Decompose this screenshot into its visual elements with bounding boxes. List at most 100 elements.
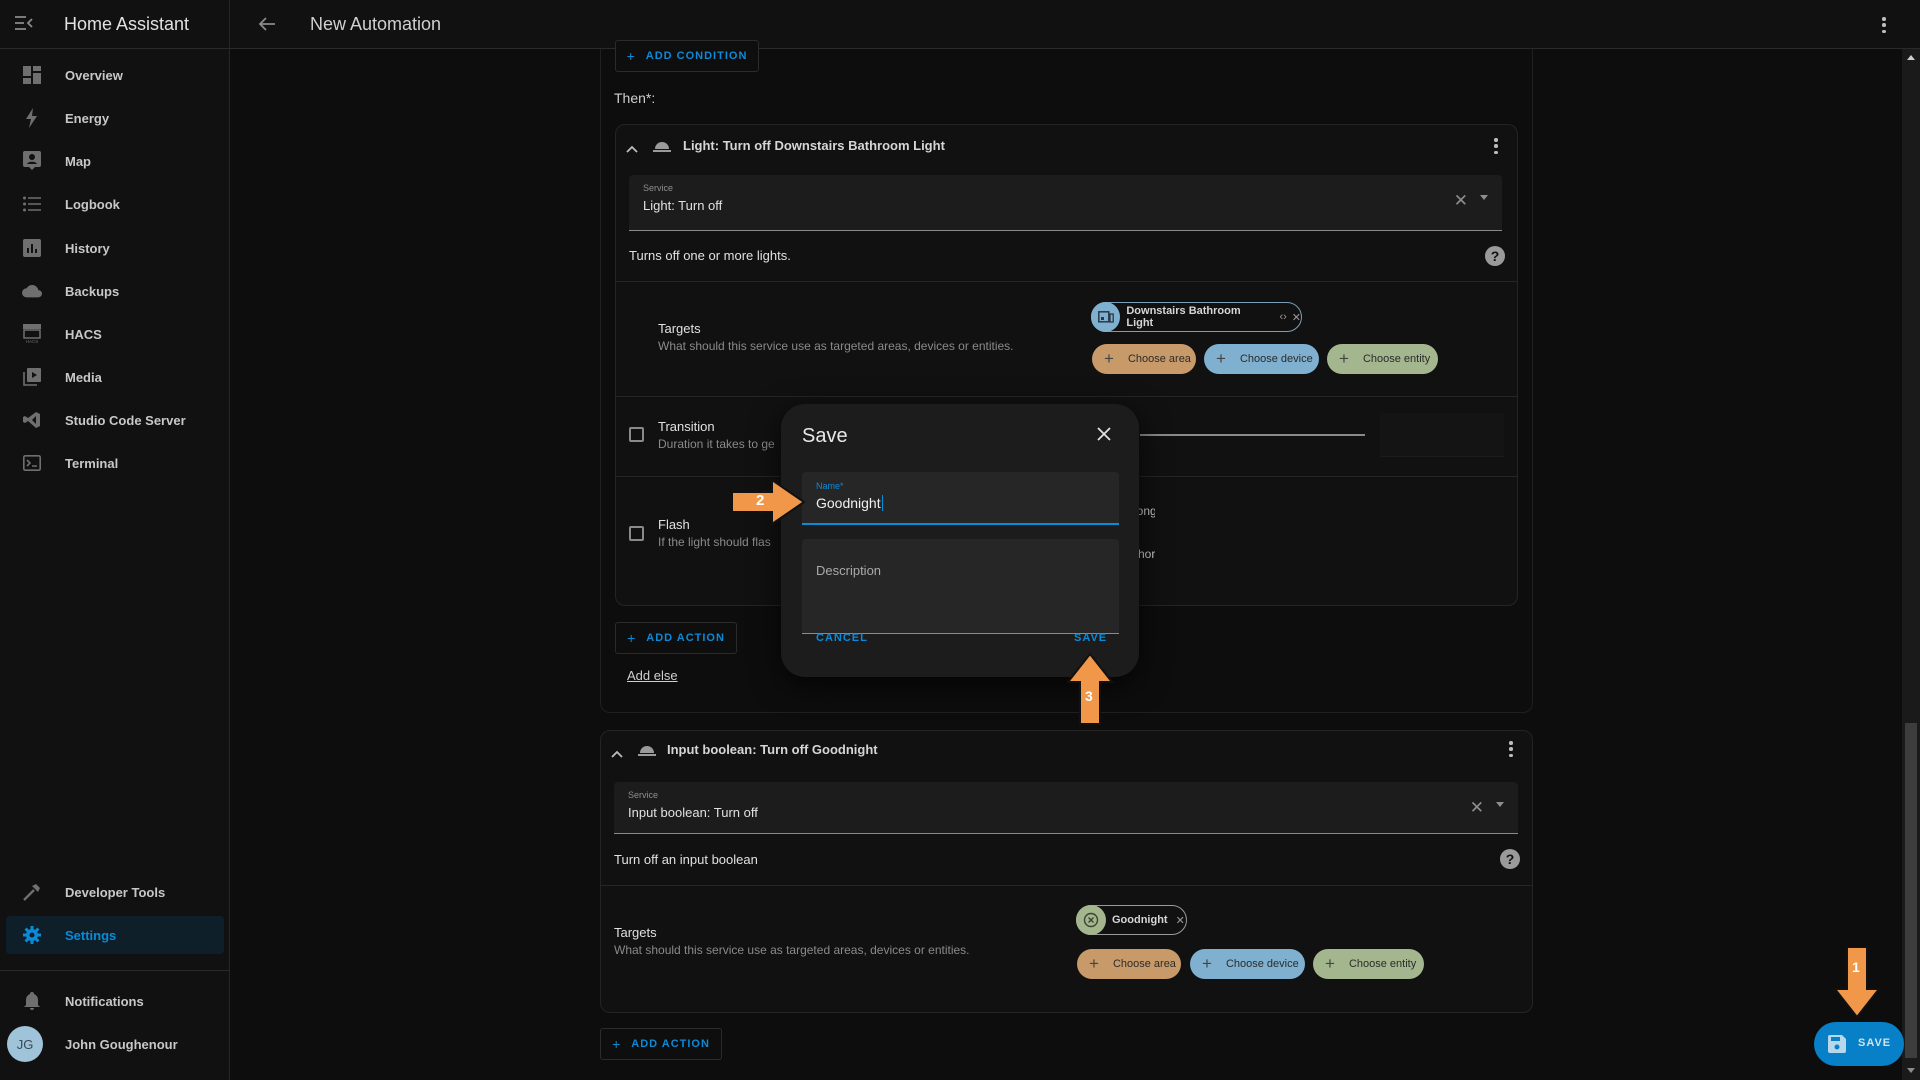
choose-entity-button[interactable]: + Choose entity <box>1313 949 1424 979</box>
chart-box-icon <box>22 238 42 258</box>
clear-icon[interactable]: ✕ <box>1470 798 1484 818</box>
scroll-down-arrow-icon[interactable] <box>1907 1068 1915 1073</box>
divider <box>600 885 1533 886</box>
play-box-multiple-icon <box>22 367 42 387</box>
name-input[interactable]: Goodnight <box>816 495 883 511</box>
dialog-title: Save <box>802 425 848 447</box>
service-bell-icon <box>638 742 656 761</box>
service-select[interactable]: Service Input boolean: Turn off ✕ <box>614 782 1518 834</box>
transition-slider[interactable] <box>1140 434 1365 436</box>
overflow-menu-icon[interactable] <box>1882 17 1886 33</box>
transition-checkbox[interactable] <box>629 427 644 442</box>
dropdown-arrow-icon[interactable] <box>1480 195 1488 200</box>
targets-title: Targets <box>614 925 657 940</box>
description-field[interactable]: Description <box>802 539 1119 634</box>
choose-area-button[interactable]: + Choose area <box>1077 949 1181 979</box>
add-action-button[interactable]: + ADD ACTION <box>600 1028 722 1060</box>
service-select[interactable]: Service Light: Turn off ✕ <box>629 175 1502 231</box>
page-title: New Automation <box>310 14 442 34</box>
sidebar-item-label: Media <box>65 369 102 385</box>
add-action-button[interactable]: + ADD ACTION <box>615 622 737 654</box>
sidebar-item-label: HACS <box>65 326 102 342</box>
sidebar-item-label: Overview <box>65 67 123 83</box>
description-placeholder: Description <box>816 563 882 578</box>
close-icon[interactable] <box>1097 427 1111 446</box>
action-menu-icon[interactable] <box>1509 741 1513 757</box>
chevron-up-icon[interactable] <box>611 745 623 763</box>
sidebar-item-studio-code-server[interactable]: Studio Code Server <box>6 401 224 439</box>
annotation-arrow-step-1: 1 <box>1832 946 1882 1024</box>
help-icon[interactable]: ? <box>1485 246 1505 266</box>
help-icon[interactable]: ? <box>1500 849 1520 869</box>
annotation-number: 2 <box>756 492 765 509</box>
chevron-up-icon[interactable] <box>626 140 638 158</box>
sidebar-item-notifications[interactable]: Notifications <box>6 982 224 1020</box>
plus-icon: + <box>1202 954 1212 973</box>
user-name: John Goughenour <box>65 1036 178 1052</box>
avatar: JG <box>7 1026 43 1062</box>
back-arrow-icon[interactable] <box>258 16 276 32</box>
device-icon <box>1091 302 1121 332</box>
sidebar-item-logbook[interactable]: Logbook <box>6 185 224 223</box>
cog-icon <box>22 925 42 945</box>
scrollbar-thumb[interactable] <box>1905 723 1917 1058</box>
menu-collapse-icon[interactable] <box>15 16 33 30</box>
annotation-number: 3 <box>1085 688 1093 704</box>
save-fab-button[interactable]: SAVE <box>1814 1022 1904 1066</box>
sidebar-item-profile[interactable]: JG John Goughenour <box>6 1025 224 1063</box>
plus-icon: + <box>627 630 637 646</box>
view-dashboard-icon <box>22 65 42 85</box>
target-chip-label: Goodnight <box>1112 914 1168 926</box>
bell-icon <box>22 991 42 1011</box>
choose-device-button[interactable]: + Choose device <box>1190 949 1305 979</box>
fab-label: SAVE <box>1858 1037 1892 1049</box>
sidebar-item-label: Terminal <box>65 455 119 471</box>
annotation-arrow-step-3: 3 <box>1065 652 1115 731</box>
expand-icon[interactable]: ‹› <box>1279 311 1286 323</box>
cancel-button[interactable]: CANCEL <box>816 632 868 644</box>
action-title: Light: Turn off Downstairs Bathroom Ligh… <box>683 138 945 153</box>
remove-chip-icon[interactable]: ✕ <box>1176 914 1185 927</box>
flash-description: If the light should flas <box>658 535 771 549</box>
save-dialog: Save Name* Goodnight Description CANCEL … <box>781 404 1139 677</box>
sidebar-item-history[interactable]: History <box>6 229 224 267</box>
choose-entity-button[interactable]: + Choose entity <box>1327 344 1438 374</box>
action-menu-icon[interactable] <box>1494 138 1498 154</box>
choose-area-button[interactable]: + Choose area <box>1092 344 1196 374</box>
cloud-icon <box>22 281 42 301</box>
flash-checkbox[interactable] <box>629 526 644 541</box>
remove-chip-icon[interactable]: ✕ <box>1292 311 1301 324</box>
sidebar-header: Home Assistant <box>0 0 230 49</box>
sidebar-item-media[interactable]: Media <box>6 358 224 396</box>
targets-title: Targets <box>658 321 701 336</box>
flash-title: Flash <box>658 517 690 532</box>
scrollbar[interactable] <box>1902 49 1920 1080</box>
sidebar-item-map[interactable]: Map <box>6 142 224 180</box>
lightning-bolt-icon <box>22 108 42 128</box>
target-chip-device[interactable]: Downstairs Bathroom Light ‹› ✕ <box>1091 302 1302 332</box>
transition-value-input[interactable] <box>1380 413 1504 457</box>
sidebar: Home Assistant Overview Energy Map Logbo… <box>0 0 230 1080</box>
add-condition-button[interactable]: + ADD CONDITION <box>615 40 759 72</box>
map-person-icon <box>22 151 42 171</box>
sidebar-item-developer-tools[interactable]: Developer Tools <box>6 873 224 911</box>
name-field[interactable]: Name* Goodnight <box>802 472 1119 525</box>
dropdown-arrow-icon[interactable] <box>1496 802 1504 807</box>
clear-icon[interactable]: ✕ <box>1454 191 1468 211</box>
service-description: Turns off one or more lights. <box>629 248 791 263</box>
scroll-up-arrow-icon[interactable] <box>1907 55 1915 60</box>
add-else-link[interactable]: Add else <box>627 668 678 683</box>
sidebar-item-terminal[interactable]: Terminal <box>6 444 224 482</box>
target-chip-entity[interactable]: Goodnight ✕ <box>1076 905 1187 935</box>
dialog-save-button[interactable]: SAVE <box>1074 632 1107 644</box>
sidebar-item-hacs[interactable]: HACS HACS <box>6 315 224 353</box>
choose-device-button[interactable]: + Choose device <box>1204 344 1319 374</box>
svg-text:HACS: HACS <box>26 339 39 344</box>
sidebar-item-overview[interactable]: Overview <box>6 56 224 94</box>
sidebar-item-settings[interactable]: Settings <box>6 916 224 954</box>
sidebar-divider <box>0 970 230 971</box>
sidebar-item-backups[interactable]: Backups <box>6 272 224 310</box>
plus-icon: + <box>612 1036 622 1052</box>
sidebar-item-energy[interactable]: Energy <box>6 99 224 137</box>
sidebar-item-label: Energy <box>65 110 110 126</box>
